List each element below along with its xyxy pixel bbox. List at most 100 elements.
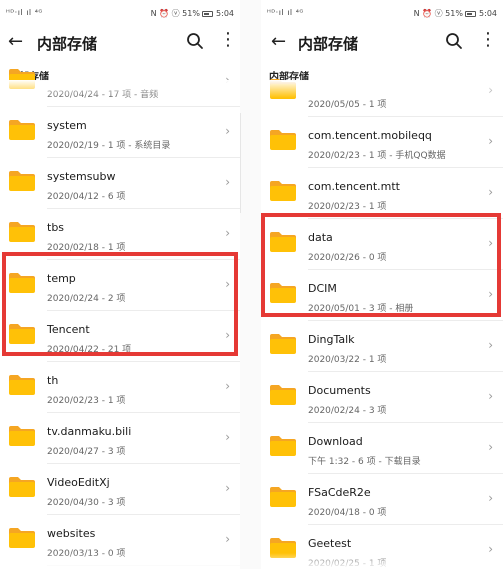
folder-row[interactable]: DCIM 2020/05/01 - 3 项 - 相册 › [261, 270, 503, 321]
chevron-right-icon: › [225, 532, 230, 546]
folder-row[interactable]: systemsubw 2020/04/12 - 6 项 › [0, 158, 240, 209]
folder-row[interactable]: FSaCdeR2e 2020/04/18 - 0 项 › [261, 474, 503, 525]
folder-icon [9, 375, 35, 395]
chevron-right-icon: › [488, 236, 493, 250]
folder-meta: 2020/03/22 - 1 项 [308, 355, 387, 365]
chevron-right-icon: › [225, 430, 230, 444]
battery-percent: 51% [182, 9, 200, 18]
folder-name: Download [308, 435, 363, 448]
page-title: 内部存储 [37, 35, 98, 53]
folder-row[interactable]: 2020/04/24 - 17 项 - 音频 › [0, 56, 240, 107]
folder-icon [270, 385, 296, 405]
search-icon[interactable] [445, 32, 463, 50]
folder-row[interactable]: websites 2020/03/13 - 0 项 › [0, 515, 240, 566]
folder-icon [270, 232, 296, 252]
folder-icon [270, 334, 296, 354]
folder-meta: 2020/04/24 - 17 项 - 音频 [47, 90, 159, 100]
chevron-right-icon: › [488, 338, 493, 352]
folder-name: websites [47, 527, 96, 540]
search-icon[interactable] [186, 32, 204, 50]
folder-meta: 2020/04/22 - 21 项 [47, 345, 132, 355]
chevron-right-icon: › [225, 328, 230, 342]
folder-name: DCIM [308, 282, 337, 295]
clock: 5:04 [479, 9, 497, 18]
divider-gutter [240, 0, 261, 569]
chevron-right-icon: › [488, 287, 493, 301]
folder-meta: 2020/04/30 - 3 项 [47, 498, 126, 508]
folder-icon [9, 324, 35, 344]
folder-meta: 2020/04/18 - 0 项 [308, 508, 387, 518]
folder-row[interactable]: 2020/05/05 - 1 项 › [261, 66, 503, 117]
folder-row[interactable]: com.tencent.mtt 2020/02/23 - 1 项 › [261, 168, 503, 219]
folder-meta: 2020/02/25 - 1 项 [308, 559, 387, 569]
folder-name: com.tencent.mtt [308, 180, 400, 193]
folder-icon [9, 528, 35, 548]
more-vertical-icon[interactable]: ⋮ [479, 30, 497, 52]
back-arrow-icon[interactable]: ← [271, 31, 286, 53]
folder-meta: 2020/04/12 - 6 项 [47, 192, 126, 202]
folder-meta: 2020/02/19 - 1 项 - 系统目录 [47, 141, 171, 151]
folder-row[interactable]: tbs 2020/02/18 - 1 项 › [0, 209, 240, 260]
folder-row[interactable]: DingTalk 2020/03/22 - 1 项 › [261, 321, 503, 372]
status-bar: ᴴᴰ·ıl ıl ⁴ᴳ N ⏰ ⓥ 51% 5:04 [261, 0, 503, 24]
folder-name: system [47, 119, 87, 132]
folder-row[interactable]: VideoEditXj 2020/04/30 - 3 项 › [0, 464, 240, 515]
folder-meta: 2020/03/13 - 0 项 [47, 549, 126, 559]
folder-meta: 2020/04/27 - 3 项 [47, 447, 126, 457]
folder-icon [9, 171, 35, 191]
status-bar: ᴴᴰ·ıl ıl ⁴ᴳ N ⏰ ⓥ 51% 5:04 [0, 0, 240, 24]
folder-icon [9, 426, 35, 446]
chevron-right-icon: › [488, 134, 493, 148]
app-bar: ← 内部存储 ⋮ [261, 28, 503, 58]
chevron-right-icon: › [488, 389, 493, 403]
folder-row[interactable]: Tencent 2020/04/22 - 21 项 › [0, 311, 240, 362]
folder-meta: 2020/02/24 - 2 项 [47, 294, 126, 304]
folder-icon [270, 130, 296, 150]
folder-name: temp [47, 272, 76, 285]
folder-meta: 下午 1:32 - 6 项 - 下载目录 [308, 457, 421, 467]
folder-name: th [47, 374, 59, 387]
folder-name: tv.danmaku.bili [47, 425, 132, 438]
folder-name: DingTalk [308, 333, 355, 346]
back-arrow-icon[interactable]: ← [8, 31, 23, 53]
chevron-right-icon: › [225, 481, 230, 495]
folder-row[interactable]: Geetest 2020/02/25 - 1 项 › [261, 525, 503, 569]
folder-row[interactable]: system 2020/02/19 - 1 项 - 系统目录 › [0, 107, 240, 158]
folder-row[interactable]: temp 2020/02/24 - 2 项 › [0, 260, 240, 311]
folder-icon [270, 79, 296, 99]
row-divider [47, 565, 240, 566]
app-bar: ← 内部存储 ⋮ [0, 28, 240, 58]
folder-name: Geetest [308, 537, 352, 550]
folder-icon [270, 538, 296, 558]
folder-meta: 2020/02/23 - 1 项 [47, 396, 126, 406]
chevron-right-icon: › [488, 491, 493, 505]
chevron-right-icon: › [488, 440, 493, 454]
status-icons: N ⏰ ⓥ [150, 9, 180, 18]
status-icons: N ⏰ ⓥ [413, 9, 443, 18]
folder-row[interactable]: tv.danmaku.bili 2020/04/27 - 3 项 › [0, 413, 240, 464]
folder-row[interactable]: Documents 2020/02/24 - 3 项 › [261, 372, 503, 423]
signal-indicator: ᴴᴰ·ıl ıl ⁴ᴳ [267, 8, 304, 17]
chevron-right-icon: › [225, 277, 230, 291]
right-screen: ᴴᴰ·ıl ıl ⁴ᴳ N ⏰ ⓥ 51% 5:04 ← 内部存储 ⋮ 内部存储… [261, 0, 503, 569]
folder-name: FSaCdeR2e [308, 486, 371, 499]
folder-meta: 2020/05/01 - 3 项 - 相册 [308, 304, 414, 314]
chevron-right-icon: › [488, 83, 493, 97]
folder-meta: 2020/02/26 - 0 项 [308, 253, 387, 263]
folder-name: tbs [47, 221, 65, 234]
folder-meta: 2020/05/05 - 1 项 [308, 100, 387, 110]
folder-meta: 2020/02/23 - 1 项 [308, 202, 387, 212]
folder-name: Tencent [47, 323, 90, 336]
folder-icon [270, 181, 296, 201]
battery-percent: 51% [445, 9, 463, 18]
battery-icon [465, 11, 477, 17]
more-vertical-icon[interactable]: ⋮ [219, 30, 237, 52]
folder-row[interactable]: Download 下午 1:32 - 6 项 - 下载目录 › [261, 423, 503, 474]
folder-row[interactable]: th 2020/02/23 - 1 项 › [0, 362, 240, 413]
folder-row[interactable]: com.tencent.mobileqq 2020/02/23 - 1 项 - 手… [261, 117, 503, 168]
status-right: N ⏰ ⓥ 51% 5:04 [151, 8, 234, 19]
folder-row[interactable]: data 2020/02/26 - 0 项 › [261, 219, 503, 270]
signal-indicator: ᴴᴰ·ıl ıl ⁴ᴳ [6, 8, 43, 17]
chevron-right-icon: › [225, 124, 230, 138]
chevron-right-icon: › [488, 185, 493, 199]
